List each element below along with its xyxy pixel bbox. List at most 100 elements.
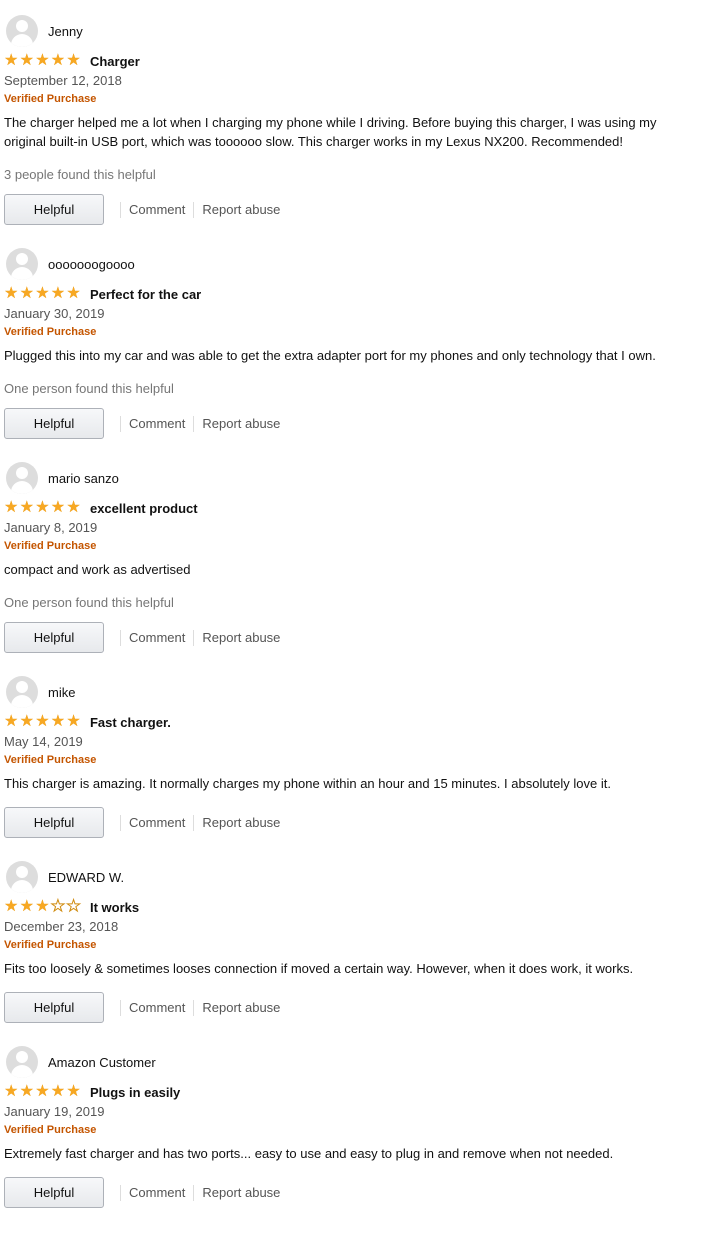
- reviewer-name[interactable]: Jenny: [48, 24, 83, 39]
- star-icon: ★: [50, 52, 66, 69]
- review-date: May 14, 2019: [4, 734, 83, 749]
- comment-link[interactable]: Comment: [121, 630, 193, 645]
- star-icon: ★: [19, 285, 34, 302]
- star-rating[interactable]: ★ ★ ★ ★ ★: [4, 714, 82, 730]
- reviewer-profile[interactable]: ooooooogoooo: [6, 248, 135, 280]
- review-text: Plugged this into my car and was able to…: [4, 348, 656, 363]
- star-icon: ★: [66, 499, 81, 516]
- star-icon: ★: [35, 499, 50, 516]
- verified-purchase-badge[interactable]: Verified Purchase: [4, 939, 96, 951]
- verified-purchase-badge[interactable]: Verified Purchase: [4, 93, 96, 105]
- helpful-button[interactable]: Helpful: [4, 807, 104, 838]
- report-abuse-link[interactable]: Report abuse: [194, 202, 288, 217]
- avatar[interactable]: [6, 462, 38, 494]
- star-icon: ★: [35, 52, 50, 69]
- comment-link[interactable]: Comment: [121, 416, 193, 431]
- star-rating[interactable]: ★ ★ ★ ★ ★: [4, 286, 82, 302]
- helpful-button[interactable]: Helpful: [4, 1177, 104, 1208]
- review-text: compact and work as advertised: [4, 562, 191, 577]
- review-title[interactable]: Fast charger.: [90, 715, 171, 730]
- review-actions: Helpful Comment Report abuse: [4, 622, 288, 653]
- review-actions: Helpful Comment Report abuse: [4, 1177, 288, 1208]
- comment-link[interactable]: Comment: [121, 1185, 193, 1200]
- helpful-count: One person found this helpful: [4, 595, 174, 610]
- avatar[interactable]: [6, 676, 38, 708]
- helpful-button[interactable]: Helpful: [4, 992, 104, 1023]
- helpful-button[interactable]: Helpful: [4, 194, 104, 225]
- review-date: January 19, 2019: [4, 1104, 105, 1119]
- review-date: January 30, 2019: [4, 306, 105, 321]
- star-icon: ★: [4, 713, 19, 730]
- reviewer-name[interactable]: ooooooogoooo: [48, 257, 135, 272]
- review-header: ★ ★ ★ ★ ★ Fast charger.: [4, 714, 171, 730]
- star-icon: ★: [35, 713, 50, 730]
- review-title[interactable]: Charger: [90, 54, 140, 69]
- star-icon: ★: [50, 898, 66, 915]
- star-icon: ★: [19, 713, 34, 730]
- star-rating[interactable]: ★ ★ ★ ★ ★: [4, 898, 82, 915]
- report-abuse-link[interactable]: Report abuse: [194, 1000, 288, 1015]
- star-rating[interactable]: ★ ★ ★ ★ ★: [4, 1084, 82, 1100]
- helpful-button[interactable]: Helpful: [4, 622, 104, 653]
- review-header: ★ ★ ★ ★ ★ excellent product: [4, 500, 198, 516]
- star-rating[interactable]: ★ ★ ★ ★ ★: [4, 500, 82, 516]
- comment-link[interactable]: Comment: [121, 815, 193, 830]
- reviewer-profile[interactable]: mike: [6, 676, 75, 708]
- star-icon: ★: [19, 499, 34, 516]
- reviewer-name[interactable]: mike: [48, 685, 75, 700]
- review-text: Extremely fast charger and has two ports…: [4, 1146, 614, 1161]
- avatar[interactable]: [6, 15, 38, 47]
- helpful-button[interactable]: Helpful: [4, 408, 104, 439]
- star-icon: ★: [35, 898, 50, 915]
- reviewer-name[interactable]: mario sanzo: [48, 471, 119, 486]
- star-icon: ★: [50, 1083, 66, 1100]
- reviewer-name[interactable]: EDWARD W.: [48, 870, 124, 885]
- review-actions: Helpful Comment Report abuse: [4, 408, 288, 439]
- star-icon: ★: [4, 499, 19, 516]
- review-text: Fits too loosely & sometimes looses conn…: [4, 961, 634, 976]
- reviewer-profile[interactable]: mario sanzo: [6, 462, 119, 494]
- review-header: ★ ★ ★ ★ ★ Charger: [4, 53, 140, 69]
- star-icon: ★: [66, 1083, 81, 1100]
- report-abuse-link[interactable]: Report abuse: [194, 1185, 288, 1200]
- helpful-count: 3 people found this helpful: [4, 167, 156, 182]
- comment-link[interactable]: Comment: [121, 1000, 193, 1015]
- star-icon: ★: [19, 1083, 34, 1100]
- verified-purchase-badge[interactable]: Verified Purchase: [4, 1124, 96, 1136]
- review-title[interactable]: excellent product: [90, 501, 198, 516]
- star-icon: ★: [19, 898, 34, 915]
- star-icon: ★: [50, 499, 66, 516]
- avatar[interactable]: [6, 248, 38, 280]
- report-abuse-link[interactable]: Report abuse: [194, 630, 288, 645]
- star-icon: ★: [50, 285, 66, 302]
- star-icon: ★: [66, 52, 81, 69]
- star-rating[interactable]: ★ ★ ★ ★ ★: [4, 53, 82, 69]
- avatar[interactable]: [6, 1046, 38, 1078]
- verified-purchase-badge[interactable]: Verified Purchase: [4, 326, 96, 338]
- review-actions: Helpful Comment Report abuse: [4, 807, 288, 838]
- verified-purchase-badge[interactable]: Verified Purchase: [4, 540, 96, 552]
- reviewer-profile[interactable]: EDWARD W.: [6, 861, 124, 893]
- avatar[interactable]: [6, 861, 38, 893]
- report-abuse-link[interactable]: Report abuse: [194, 416, 288, 431]
- review-date: December 23, 2018: [4, 919, 119, 934]
- review-date: September 12, 2018: [4, 73, 122, 88]
- reviewer-profile[interactable]: Jenny: [6, 15, 83, 47]
- star-icon: ★: [66, 713, 81, 730]
- review-text: This charger is amazing. It normally cha…: [4, 776, 611, 791]
- review-header: ★ ★ ★ ★ ★ Plugs in easily: [4, 1084, 180, 1100]
- reviewer-profile[interactable]: Amazon Customer: [6, 1046, 156, 1078]
- star-icon: ★: [4, 285, 19, 302]
- review-header: ★ ★ ★ ★ ★ It works: [4, 898, 139, 915]
- star-icon: ★: [66, 285, 81, 302]
- verified-purchase-badge[interactable]: Verified Purchase: [4, 754, 96, 766]
- star-icon: ★: [4, 898, 19, 915]
- reviewer-name[interactable]: Amazon Customer: [48, 1055, 156, 1070]
- comment-link[interactable]: Comment: [121, 202, 193, 217]
- review-title[interactable]: Perfect for the car: [90, 287, 201, 302]
- star-icon: ★: [35, 285, 50, 302]
- review-title[interactable]: It works: [90, 900, 139, 915]
- report-abuse-link[interactable]: Report abuse: [194, 815, 288, 830]
- star-icon: ★: [35, 1083, 50, 1100]
- review-title[interactable]: Plugs in easily: [90, 1085, 180, 1100]
